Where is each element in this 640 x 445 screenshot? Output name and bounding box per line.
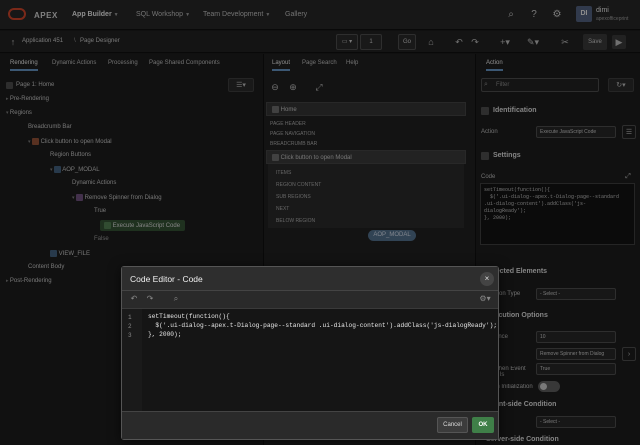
line-number: 2 [128, 323, 132, 330]
cancel-button[interactable]: Cancel [437, 417, 468, 433]
search-icon[interactable]: ⌕ [170, 293, 182, 305]
close-icon[interactable]: × [480, 272, 494, 286]
code-line[interactable]: $('.ui-dialog--apex.t-Dialog-page--stand… [148, 322, 497, 329]
line-number: 1 [128, 314, 132, 321]
ok-button[interactable]: OK [472, 417, 494, 433]
redo-icon[interactable]: ↷ [144, 293, 156, 305]
code-line[interactable]: }, 2000); [148, 331, 181, 338]
line-number: 3 [128, 332, 132, 339]
undo-icon[interactable]: ↶ [128, 293, 140, 305]
line-number-gutter [122, 309, 142, 411]
code-line[interactable]: setTimeout(function(){ [148, 313, 230, 320]
settings-icon[interactable]: ⚙▾ [476, 293, 494, 305]
dialog-title: Code Editor - Code [130, 274, 203, 284]
